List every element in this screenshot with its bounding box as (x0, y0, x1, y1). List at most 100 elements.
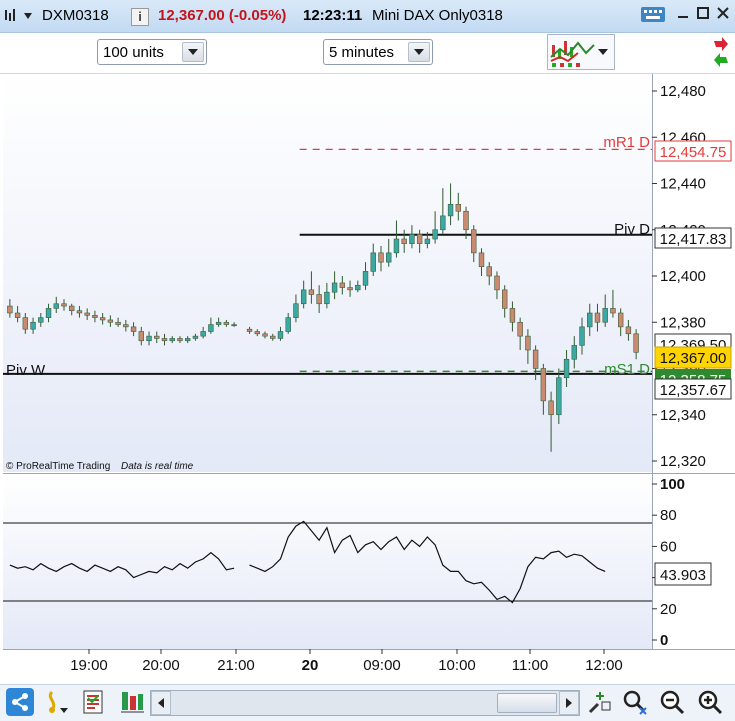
chart-style-button[interactable] (547, 34, 615, 70)
pivd-label: Piv D (614, 221, 650, 238)
maximize-icon[interactable] (692, 5, 714, 25)
copyright-text: © ProRealTime Trading (6, 461, 110, 472)
candle-body (161, 338, 168, 342)
candle-body (192, 335, 199, 339)
price-tick-label: 12,400 (660, 268, 706, 285)
candle-body (494, 275, 500, 291)
drawing-tool-icon[interactable] (42, 688, 70, 716)
instrument-name: Mini DAX Only0318 (372, 7, 503, 24)
candle-body (525, 335, 531, 351)
zoom-out-icon[interactable] (658, 688, 686, 716)
candle-body (38, 317, 44, 323)
candle-body (633, 333, 639, 353)
candle-body (61, 303, 67, 307)
info-icon[interactable]: i (131, 8, 149, 26)
indicator-tick-label: 100 (660, 476, 685, 493)
candle-body (300, 289, 307, 305)
trade-log-icon[interactable] (80, 688, 108, 716)
candle-body (45, 308, 52, 318)
units-select-value: 100 units (103, 44, 164, 61)
candle-body (347, 287, 353, 291)
chart-toolbar: 100 units 5 minutes (0, 33, 735, 74)
candle-body (76, 310, 83, 314)
candle-body (455, 204, 462, 212)
scroll-right-button[interactable] (559, 691, 579, 715)
price-tick-label: 12,340 (660, 407, 706, 424)
units-select[interactable]: 100 units (97, 39, 207, 65)
candle-body (587, 312, 593, 328)
indicators-icon[interactable] (118, 688, 146, 716)
time-tick-label: 12:00 (585, 657, 623, 674)
keyboard-icon[interactable] (640, 5, 665, 25)
candle-body (517, 321, 523, 337)
scroll-left-button[interactable] (151, 691, 171, 715)
candle-body (22, 317, 29, 330)
candle-body (401, 238, 407, 244)
price-panel[interactable] (3, 74, 652, 472)
chevron-down-icon[interactable] (182, 42, 204, 62)
candle-body (208, 324, 214, 332)
candle-body (14, 312, 21, 318)
candle-body (509, 308, 516, 323)
candle-body (200, 331, 206, 337)
symbol-label[interactable]: DXM0318 (42, 7, 109, 24)
indicator-panel[interactable] (3, 475, 652, 649)
price-tick-label: 12,440 (660, 176, 706, 193)
candle-body (471, 229, 477, 254)
scroll-thumb[interactable] (497, 693, 557, 713)
price-chart[interactable]: 12,48012,46012,44012,42012,40012,38012,3… (0, 74, 735, 686)
candle-body (440, 215, 446, 231)
candle-body (386, 252, 392, 263)
indicator-tick-label: 0 (660, 632, 668, 649)
price-tick-label: 12,320 (660, 453, 706, 470)
title-bar: DXM0318 i 12,367.00 (-0.05%) 12:23:11 Mi… (0, 0, 735, 33)
realtime-note: Data is real time (121, 461, 194, 472)
time-tick-label: 11:00 (512, 657, 548, 674)
candle-body (625, 326, 632, 335)
candle-body (130, 326, 137, 332)
candle-body (409, 234, 415, 244)
horizontal-scrollbar[interactable] (150, 690, 580, 716)
share-icon[interactable] (6, 688, 34, 716)
zoom-fit-icon[interactable] (586, 688, 614, 716)
pivw-label: Piv W (6, 362, 46, 379)
refresh-icon[interactable] (708, 35, 734, 69)
time-tick-label: 10:00 (438, 657, 476, 674)
candle-body (610, 308, 616, 314)
chevron-down-icon[interactable] (408, 42, 430, 62)
indicator-tick-label: 80 (660, 507, 677, 524)
last-price-value: 12,367.00 (660, 350, 727, 367)
candle-body (184, 338, 191, 342)
indicator-tick-label: 60 (660, 538, 677, 555)
candle-body (293, 303, 299, 318)
bottom-toolbar (0, 684, 735, 721)
time-tick-label: 09:00 (363, 657, 401, 674)
candle-body (594, 312, 601, 323)
candle-body (331, 282, 338, 293)
timeframe-select-value: 5 minutes (329, 44, 395, 61)
candle-body (532, 349, 539, 369)
candle-body (432, 229, 438, 240)
chart-area[interactable]: 12,48012,46012,44012,42012,40012,38012,3… (0, 74, 735, 686)
candle-body (115, 321, 121, 325)
candle-body (548, 400, 554, 416)
candle-body (169, 338, 175, 342)
mr1-value: 12,454.75 (660, 144, 727, 161)
candle-body (277, 331, 284, 339)
chart-window-icon[interactable] (4, 8, 18, 24)
candle-body (7, 305, 13, 314)
minimize-icon[interactable] (672, 5, 694, 25)
timeframe-select[interactable]: 5 minutes (323, 39, 433, 65)
zoom-reset-icon[interactable] (620, 688, 648, 716)
candle-body (540, 368, 547, 402)
zoom-in-icon[interactable] (696, 688, 724, 716)
candle-body (316, 294, 322, 305)
time-tick-label: 21:00 (217, 657, 255, 674)
dropdown-arrow-icon[interactable] (22, 10, 34, 22)
candle-body (99, 317, 106, 321)
candle-body (378, 252, 384, 263)
indicator-tick-label: 20 (660, 601, 677, 618)
price-change: 12,367.00 (-0.05%) (158, 7, 287, 24)
candle-body (177, 338, 183, 342)
close-icon[interactable] (712, 5, 734, 25)
